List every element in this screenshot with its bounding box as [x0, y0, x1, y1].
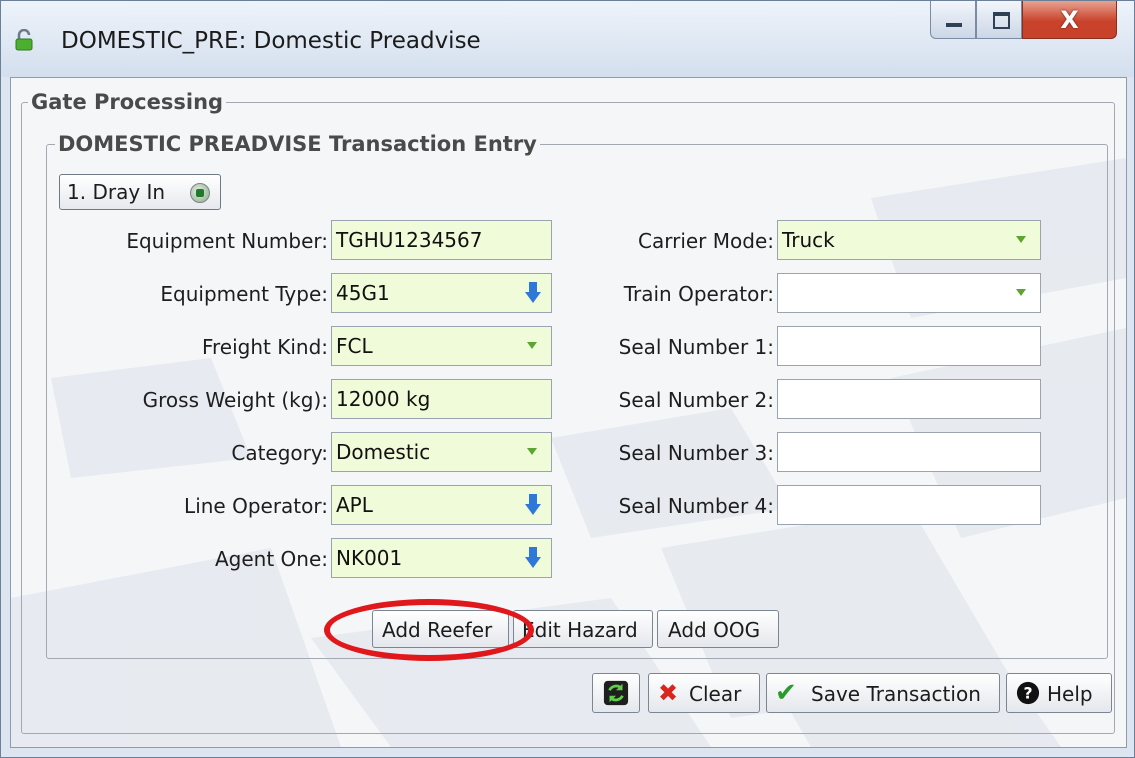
carrier-mode-label: Carrier Mode: — [638, 229, 774, 253]
line-operator-value: APL — [336, 493, 373, 517]
seal-number-4-label: Seal Number 4: — [618, 494, 774, 518]
arrow-down-icon[interactable] — [525, 494, 541, 516]
refresh-button[interactable] — [592, 673, 640, 713]
train-operator-label: Train Operator: — [623, 282, 774, 306]
save-transaction-button[interactable]: ✔ Save Transaction — [766, 673, 1000, 713]
add-oog-button[interactable]: Add OOG — [657, 610, 779, 648]
arrow-down-icon[interactable] — [525, 547, 541, 569]
agent-one-field[interactable]: NK001 — [331, 538, 552, 578]
agent-one-label: Agent One: — [214, 547, 328, 571]
window-title: DOMESTIC_PRE: Domestic Preadvise — [61, 28, 481, 54]
lock-icon — [15, 29, 33, 51]
gross-weight-label: Gross Weight (kg): — [142, 388, 328, 412]
line-operator-field[interactable]: APL — [331, 485, 552, 525]
seal-number-4-field[interactable] — [777, 485, 1041, 525]
maximize-icon — [993, 12, 1010, 29]
carrier-mode-dropdown[interactable]: Truck — [777, 220, 1041, 260]
freight-kind-dropdown[interactable]: FCL — [331, 326, 552, 366]
svg-text:?: ? — [1023, 684, 1032, 703]
gross-weight-value: 12000 kg — [336, 387, 431, 411]
close-icon: ✖ — [658, 679, 679, 707]
chevron-down-icon — [527, 342, 537, 349]
seal-number-1-field[interactable] — [777, 326, 1041, 366]
title-bar[interactable]: DOMESTIC_PRE: Domestic Preadvise X — [1, 1, 1134, 77]
transaction-entry-legend: DOMESTIC PREADVISE Transaction Entry — [55, 132, 540, 156]
dray-in-button[interactable]: 1. Dray In — [59, 174, 221, 210]
minimize-button[interactable] — [930, 1, 976, 39]
seal-number-3-field[interactable] — [777, 432, 1041, 472]
dray-in-label: 1. Dray In — [67, 180, 166, 204]
help-icon: ? — [1016, 681, 1040, 705]
seal-number-2-label: Seal Number 2: — [618, 388, 774, 412]
equipment-type-label: Equipment Type: — [160, 282, 328, 306]
help-label: Help — [1047, 682, 1093, 706]
equipment-type-field[interactable]: 45G1 — [331, 273, 552, 313]
equipment-number-value: TGHU1234567 — [336, 228, 483, 252]
help-button[interactable]: ? Help — [1006, 673, 1112, 713]
dialog-window: DOMESTIC_PRE: Domestic Preadvise X Gate … — [0, 0, 1135, 758]
equipment-type-value: 45G1 — [336, 281, 390, 305]
clear-label: Clear — [689, 682, 742, 706]
equipment-number-field[interactable]: TGHU1234567 — [331, 220, 552, 260]
checkmark-icon: ✔ — [775, 678, 797, 708]
chevron-down-icon — [527, 448, 537, 455]
line-operator-label: Line Operator: — [184, 494, 328, 518]
arrow-down-icon[interactable] — [525, 282, 541, 304]
category-value: Domestic — [336, 440, 431, 464]
seal-number-3-label: Seal Number 3: — [618, 441, 774, 465]
highlight-circle-annotation — [324, 599, 534, 661]
client-area: Gate Processing DOMESTIC PREADVISE Trans… — [10, 77, 1127, 748]
add-oog-label: Add OOG — [668, 618, 761, 642]
freight-kind-value: FCL — [336, 334, 373, 358]
agent-one-value: NK001 — [336, 546, 403, 570]
train-operator-dropdown[interactable] — [777, 273, 1041, 313]
clear-button[interactable]: ✖ Clear — [648, 673, 760, 713]
chevron-down-icon — [1016, 289, 1026, 296]
seal-number-2-field[interactable] — [777, 379, 1041, 419]
carrier-mode-value: Truck — [782, 228, 835, 252]
edit-hazard-label: Edit Hazard — [522, 618, 638, 642]
status-indicator-icon — [190, 183, 210, 203]
equipment-number-label: Equipment Number: — [126, 229, 328, 253]
category-label: Category: — [231, 441, 328, 465]
edit-hazard-button[interactable]: Edit Hazard — [513, 610, 653, 648]
gate-processing-legend: Gate Processing — [28, 90, 227, 114]
save-transaction-label: Save Transaction — [811, 682, 981, 706]
refresh-icon — [603, 680, 629, 706]
close-button[interactable]: X — [1022, 1, 1117, 39]
gross-weight-field[interactable]: 12000 kg — [331, 379, 552, 419]
maximize-button[interactable] — [976, 1, 1022, 39]
close-icon: X — [1060, 6, 1079, 34]
minimize-icon — [946, 23, 962, 27]
chevron-down-icon — [1016, 236, 1026, 243]
seal-number-1-label: Seal Number 1: — [618, 335, 774, 359]
freight-kind-label: Freight Kind: — [201, 335, 328, 359]
category-dropdown[interactable]: Domestic — [331, 432, 552, 472]
